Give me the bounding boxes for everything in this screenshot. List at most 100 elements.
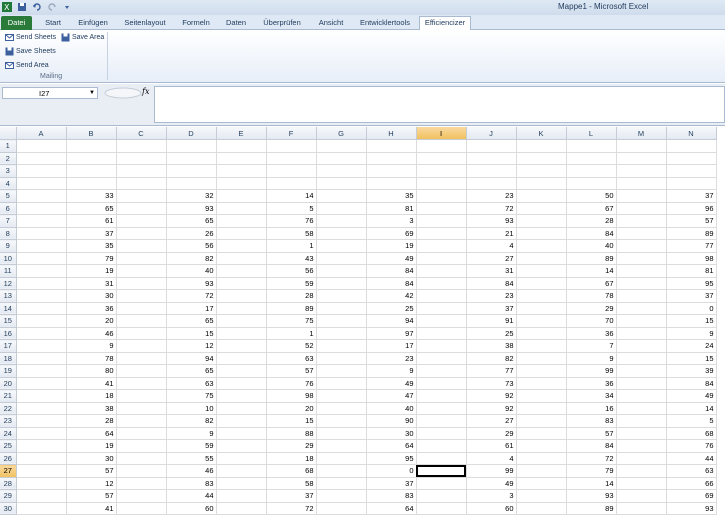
cell-e9[interactable]: [216, 239, 267, 253]
cell-c3[interactable]: [116, 164, 167, 178]
cell-l12[interactable]: 67: [566, 277, 617, 290]
cell-f30[interactable]: 72: [266, 502, 317, 515]
cell-f25[interactable]: 29: [266, 439, 317, 453]
row-header[interactable]: 14: [0, 302, 17, 315]
cell-k30[interactable]: [516, 502, 567, 515]
cell-d14[interactable]: 17: [166, 302, 217, 315]
cell-e7[interactable]: [216, 214, 267, 228]
row-header[interactable]: 11: [0, 264, 17, 278]
cell-d17[interactable]: 12: [166, 339, 217, 353]
cell-e4[interactable]: [216, 177, 267, 190]
cell-m30[interactable]: [616, 502, 667, 515]
cell-h9[interactable]: 19: [366, 239, 417, 253]
cell-j23[interactable]: 27: [466, 414, 517, 428]
cell-n1[interactable]: [666, 139, 717, 153]
cell-c1[interactable]: [116, 139, 167, 153]
cell-a19[interactable]: [16, 364, 67, 378]
column-header-h[interactable]: H: [366, 127, 417, 140]
cell-a14[interactable]: [16, 302, 67, 315]
column-header-i[interactable]: I: [416, 127, 467, 140]
cell-i23[interactable]: [416, 414, 467, 428]
cell-f7[interactable]: 76: [266, 214, 317, 228]
column-header-a[interactable]: A: [16, 127, 67, 140]
cell-b1[interactable]: [66, 139, 117, 153]
cell-b11[interactable]: 19: [66, 264, 117, 278]
cell-d29[interactable]: 44: [166, 489, 217, 503]
cell-h4[interactable]: [366, 177, 417, 190]
cell-b6[interactable]: 65: [66, 202, 117, 215]
cell-b7[interactable]: 61: [66, 214, 117, 228]
cell-m23[interactable]: [616, 414, 667, 428]
cell-d6[interactable]: 93: [166, 202, 217, 215]
cell-g7[interactable]: [316, 214, 367, 228]
select-all-corner[interactable]: [0, 127, 17, 140]
cell-f13[interactable]: 28: [266, 289, 317, 303]
cell-d21[interactable]: 75: [166, 389, 217, 403]
cell-l5[interactable]: 50: [566, 189, 617, 203]
cell-h16[interactable]: 97: [366, 327, 417, 340]
cell-e20[interactable]: [216, 377, 267, 390]
cell-h11[interactable]: 84: [366, 264, 417, 278]
cell-f26[interactable]: 18: [266, 452, 317, 465]
cell-n2[interactable]: [666, 152, 717, 165]
cell-h26[interactable]: 95: [366, 452, 417, 465]
cell-f21[interactable]: 98: [266, 389, 317, 403]
cell-k3[interactable]: [516, 164, 567, 178]
cell-k11[interactable]: [516, 264, 567, 278]
row-header[interactable]: 25: [0, 439, 17, 453]
cell-h23[interactable]: 90: [366, 414, 417, 428]
cell-f27[interactable]: 68: [266, 464, 317, 478]
cell-a3[interactable]: [16, 164, 67, 178]
cell-h27[interactable]: 0: [366, 464, 417, 478]
cell-i1[interactable]: [416, 139, 467, 153]
excel-logo-icon[interactable]: X: [2, 2, 12, 12]
cell-a30[interactable]: [16, 502, 67, 515]
cell-l23[interactable]: 83: [566, 414, 617, 428]
cell-i8[interactable]: [416, 227, 467, 240]
cell-c29[interactable]: [116, 489, 167, 503]
cell-a6[interactable]: [16, 202, 67, 215]
cell-k15[interactable]: [516, 314, 567, 328]
cell-e14[interactable]: [216, 302, 267, 315]
cell-k6[interactable]: [516, 202, 567, 215]
save-sheets-button[interactable]: Save Sheets: [5, 47, 56, 56]
cell-l6[interactable]: 67: [566, 202, 617, 215]
cell-e1[interactable]: [216, 139, 267, 153]
cell-l24[interactable]: 57: [566, 427, 617, 440]
cell-n18[interactable]: 15: [666, 352, 717, 365]
row-header[interactable]: 16: [0, 327, 17, 340]
cell-g24[interactable]: [316, 427, 367, 440]
cell-j6[interactable]: 72: [466, 202, 517, 215]
cell-f16[interactable]: 1: [266, 327, 317, 340]
cell-l30[interactable]: 89: [566, 502, 617, 515]
cell-l28[interactable]: 14: [566, 477, 617, 490]
cell-d19[interactable]: 65: [166, 364, 217, 378]
cell-k16[interactable]: [516, 327, 567, 340]
cell-i25[interactable]: [416, 439, 467, 453]
cell-a9[interactable]: [16, 239, 67, 253]
cell-b27[interactable]: 57: [66, 464, 117, 478]
cell-d5[interactable]: 32: [166, 189, 217, 203]
column-header-e[interactable]: E: [216, 127, 267, 140]
cell-n3[interactable]: [666, 164, 717, 178]
cell-g16[interactable]: [316, 327, 367, 340]
cell-c19[interactable]: [116, 364, 167, 378]
cell-j3[interactable]: [466, 164, 517, 178]
row-header[interactable]: 6: [0, 202, 17, 215]
cell-e12[interactable]: [216, 277, 267, 290]
cell-m13[interactable]: [616, 289, 667, 303]
cell-k12[interactable]: [516, 277, 567, 290]
cell-d16[interactable]: 15: [166, 327, 217, 340]
cell-l7[interactable]: 28: [566, 214, 617, 228]
cell-g19[interactable]: [316, 364, 367, 378]
cell-d27[interactable]: 46: [166, 464, 217, 478]
cell-j13[interactable]: 23: [466, 289, 517, 303]
cell-b8[interactable]: 37: [66, 227, 117, 240]
cell-b29[interactable]: 57: [66, 489, 117, 503]
cell-e2[interactable]: [216, 152, 267, 165]
cell-d28[interactable]: 83: [166, 477, 217, 490]
cell-l22[interactable]: 16: [566, 402, 617, 415]
column-header-j[interactable]: J: [466, 127, 517, 140]
cell-m3[interactable]: [616, 164, 667, 178]
cell-h5[interactable]: 35: [366, 189, 417, 203]
